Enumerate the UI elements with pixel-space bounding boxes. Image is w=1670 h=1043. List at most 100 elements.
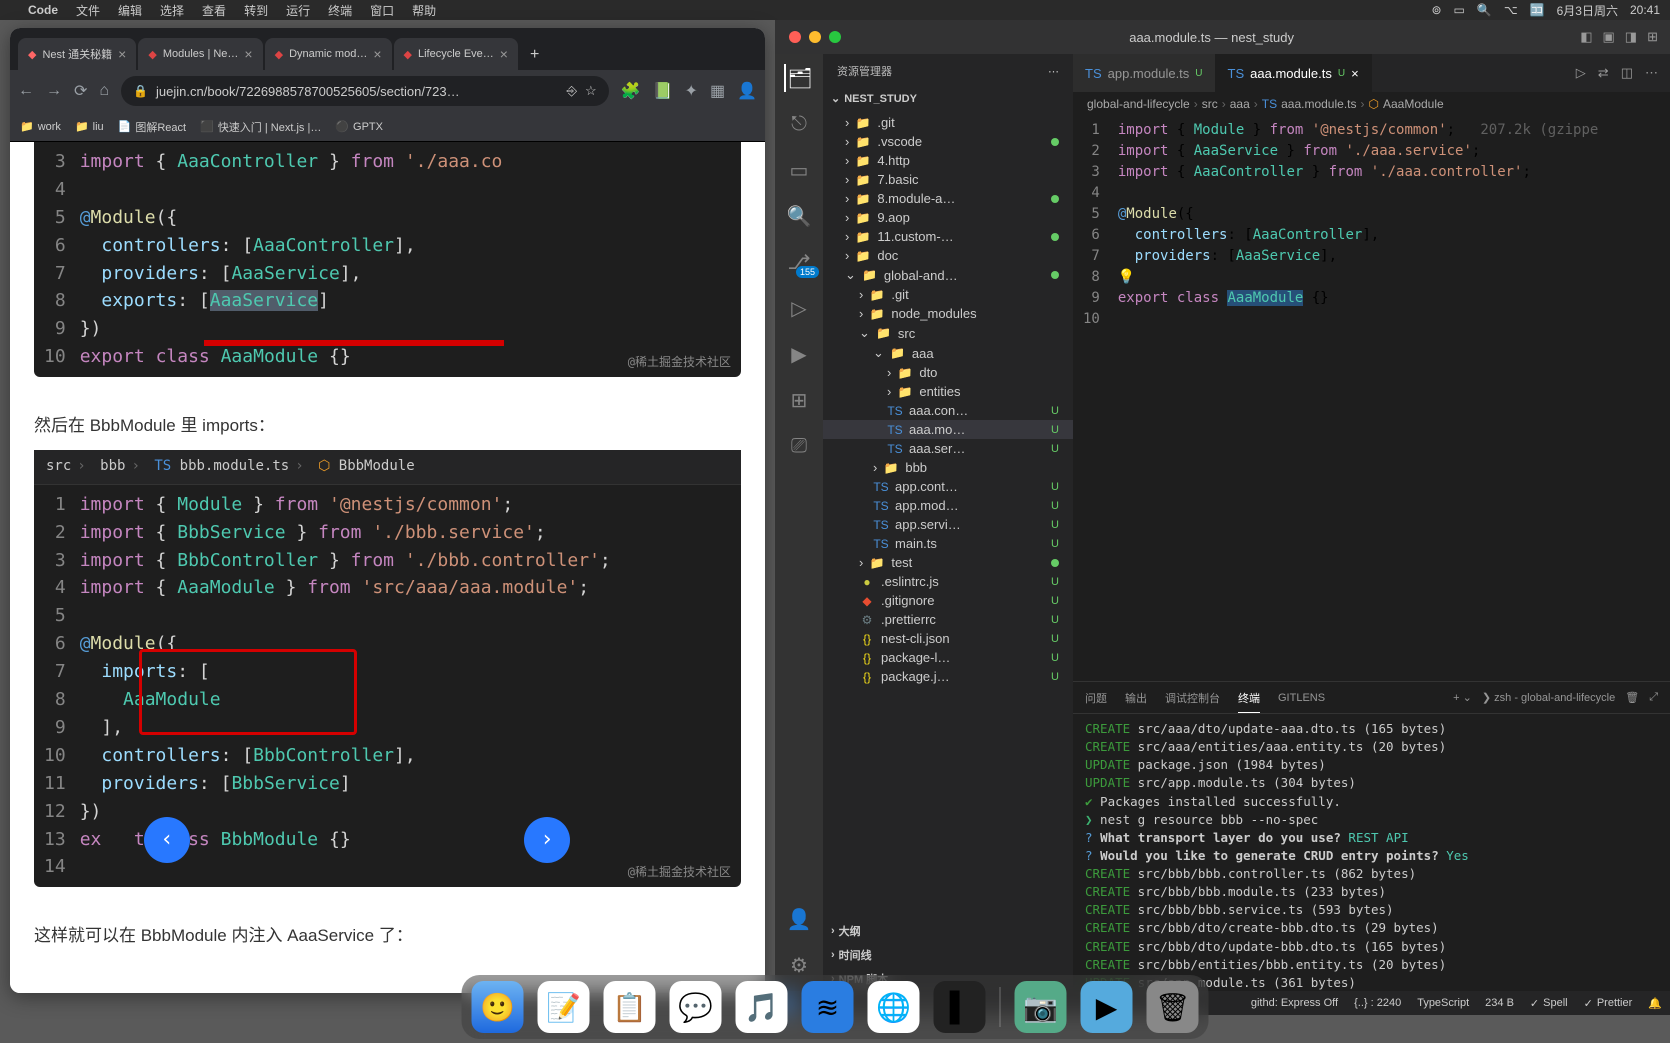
- close-icon[interactable]: ×: [500, 46, 508, 62]
- new-tab-button[interactable]: +: [520, 40, 549, 70]
- browser-tab-0[interactable]: ◆Nest 通关秘籍×: [18, 38, 136, 70]
- dock-notes[interactable]: 📝: [538, 981, 590, 1033]
- dock-trash[interactable]: 🗑: [1147, 981, 1199, 1033]
- tab-output[interactable]: 输出: [1125, 690, 1147, 706]
- grid-icon[interactable]: ▦: [710, 81, 725, 101]
- spell-status[interactable]: ✓ Spell: [1522, 997, 1576, 1010]
- outline-section[interactable]: › 大纲: [823, 919, 1073, 943]
- bookmark-item[interactable]: ⬛ 快速入门 | Next.js |…: [200, 119, 321, 135]
- folder-item[interactable]: › 📁 bbb: [823, 458, 1073, 477]
- timeline-section[interactable]: › 时间线: [823, 943, 1073, 967]
- app-name[interactable]: Code: [28, 3, 58, 17]
- translate-icon[interactable]: ⎆: [567, 83, 577, 99]
- menu-help[interactable]: 帮助: [412, 2, 436, 19]
- bookmark-item[interactable]: 📁 work: [20, 120, 61, 133]
- bookmark-item[interactable]: ⚫ GPTX: [335, 120, 383, 133]
- dock-finder[interactable]: 🙂: [472, 981, 524, 1033]
- folder-item[interactable]: ⌄ 📁 src: [823, 323, 1073, 343]
- wifi-icon[interactable]: ⊚: [1431, 3, 1441, 17]
- folder-item[interactable]: ⌄ 📁 aaa: [823, 343, 1073, 363]
- spotlight-icon[interactable]: 🔍: [1477, 3, 1492, 17]
- folder-item[interactable]: › 📁 .vscode: [823, 132, 1073, 151]
- copilot-icon[interactable]: ⎋: [785, 110, 813, 138]
- folder-item[interactable]: › 📁 .git: [823, 285, 1073, 304]
- braces-status[interactable]: {..} : 2240: [1346, 997, 1409, 1010]
- folder-item[interactable]: › 📁 .git: [823, 113, 1073, 132]
- layout-3-icon[interactable]: ◨: [1625, 29, 1637, 45]
- dock-messages[interactable]: 💬: [670, 981, 722, 1033]
- prettier-status[interactable]: ✓ Prettier: [1576, 997, 1641, 1010]
- zoom-window[interactable]: [829, 31, 841, 43]
- editor-tab-0[interactable]: TSapp.module.ts U: [1073, 54, 1216, 92]
- tab-problems[interactable]: 问题: [1085, 690, 1107, 706]
- battery-icon[interactable]: ▭: [1454, 3, 1465, 17]
- folder-item[interactable]: › 📁 test: [823, 553, 1073, 572]
- explorer-icon[interactable]: 🗂: [784, 64, 812, 92]
- split-icon[interactable]: ◫: [1621, 65, 1633, 81]
- terminal-output[interactable]: CREATE src/aaa/dto/update-aaa.dto.ts (16…: [1073, 714, 1670, 991]
- profile-icon[interactable]: 👤: [737, 81, 757, 101]
- star-icon[interactable]: ☆: [585, 83, 597, 99]
- file-item[interactable]: TS app.cont…U: [823, 477, 1073, 496]
- project-name[interactable]: NEST_STUDY: [844, 93, 917, 105]
- close-icon[interactable]: ×: [1351, 66, 1359, 81]
- editor-body[interactable]: 12345678910 import { Module } from '@nes…: [1073, 116, 1670, 681]
- control-center-icon[interactable]: ⌥: [1504, 3, 1518, 17]
- editor-breadcrumb[interactable]: global-and-lifecycle› src› aaa› TS aaa.m…: [1073, 92, 1670, 116]
- browser-tab-2[interactable]: ◆Dynamic mod…×: [265, 38, 392, 70]
- layout-4-icon[interactable]: ⊞: [1647, 29, 1658, 45]
- file-item[interactable]: ◆ .gitignoreU: [823, 591, 1073, 610]
- dock-vscode[interactable]: ≋: [802, 981, 854, 1033]
- file-item[interactable]: TS main.tsU: [823, 534, 1073, 553]
- folder-item[interactable]: › 📁 9.aop: [823, 208, 1073, 227]
- close-window[interactable]: [789, 31, 801, 43]
- dock-reminders[interactable]: 📋: [604, 981, 656, 1033]
- tab-terminal[interactable]: 终端: [1238, 690, 1260, 713]
- close-icon[interactable]: ×: [118, 46, 126, 62]
- dock-terminal[interactable]: ▌: [934, 981, 986, 1033]
- layout-2-icon[interactable]: ▣: [1603, 29, 1615, 45]
- menu-view[interactable]: 查看: [202, 2, 226, 19]
- menubar-time[interactable]: 20:41: [1630, 3, 1660, 17]
- folder-item[interactable]: › 📁 node_modules: [823, 304, 1073, 323]
- url-input[interactable]: 🔒 juejin.cn/book/7226988578700525605/sec…: [121, 76, 609, 106]
- trash-icon[interactable]: 🗑: [1625, 691, 1639, 704]
- run-icon[interactable]: ▷: [1576, 65, 1586, 81]
- file-item[interactable]: TS app.servi…U: [823, 515, 1073, 534]
- tab-gitlens[interactable]: GITLENS: [1278, 692, 1325, 704]
- tab-debug-console[interactable]: 调试控制台: [1165, 690, 1220, 706]
- reload-button[interactable]: ⟳: [74, 81, 87, 101]
- more-icon[interactable]: ⋯: [1048, 65, 1059, 78]
- file-item[interactable]: ● .eslintrc.jsU: [823, 572, 1073, 591]
- file-item[interactable]: TS aaa.ser…U: [823, 439, 1073, 458]
- new-terminal-icon[interactable]: + ⌄: [1453, 691, 1472, 704]
- githd-status[interactable]: githd: Express Off: [1243, 997, 1346, 1010]
- bookmark-item[interactable]: 📄 图解React: [118, 119, 186, 135]
- home-button[interactable]: ⌂: [99, 82, 109, 100]
- dock-quicktime[interactable]: ▶: [1081, 981, 1133, 1033]
- file-size[interactable]: 234 B: [1477, 997, 1522, 1010]
- folder-item[interactable]: › 📁 7.basic: [823, 170, 1073, 189]
- file-item[interactable]: TS aaa.mo…U: [823, 420, 1073, 439]
- remote-icon[interactable]: ⎚: [785, 432, 813, 460]
- source-control-icon[interactable]: ⎇155: [785, 248, 813, 276]
- puzzle-icon[interactable]: ✦: [685, 81, 698, 101]
- maximize-icon[interactable]: ⤢: [1649, 691, 1658, 704]
- folder-item[interactable]: › 📁 11.custom-…: [823, 227, 1073, 246]
- file-item[interactable]: TS aaa.con…U: [823, 401, 1073, 420]
- layout-1-icon[interactable]: ◧: [1580, 29, 1592, 45]
- close-icon[interactable]: ×: [373, 46, 381, 62]
- dock-screenshot[interactable]: 📷: [1015, 981, 1067, 1033]
- extensions-icon[interactable]: ⊞: [785, 386, 813, 414]
- file-item[interactable]: {} package.j…U: [823, 667, 1073, 686]
- menu-terminal[interactable]: 终端: [328, 2, 352, 19]
- run-icon[interactable]: ▶: [785, 340, 813, 368]
- shell-label[interactable]: ❯ zsh - global-and-lifecycle: [1482, 691, 1615, 704]
- folder-item[interactable]: › 📁 8.module-a…: [823, 189, 1073, 208]
- ext-icon[interactable]: 🧩: [621, 81, 641, 101]
- back-button[interactable]: ←: [18, 82, 34, 100]
- menu-edit[interactable]: 编辑: [118, 2, 142, 19]
- editor-tab-1[interactable]: TSaaa.module.ts U ×: [1216, 54, 1372, 92]
- dock-chrome[interactable]: 🌐: [868, 981, 920, 1033]
- language-mode[interactable]: TypeScript: [1409, 997, 1477, 1010]
